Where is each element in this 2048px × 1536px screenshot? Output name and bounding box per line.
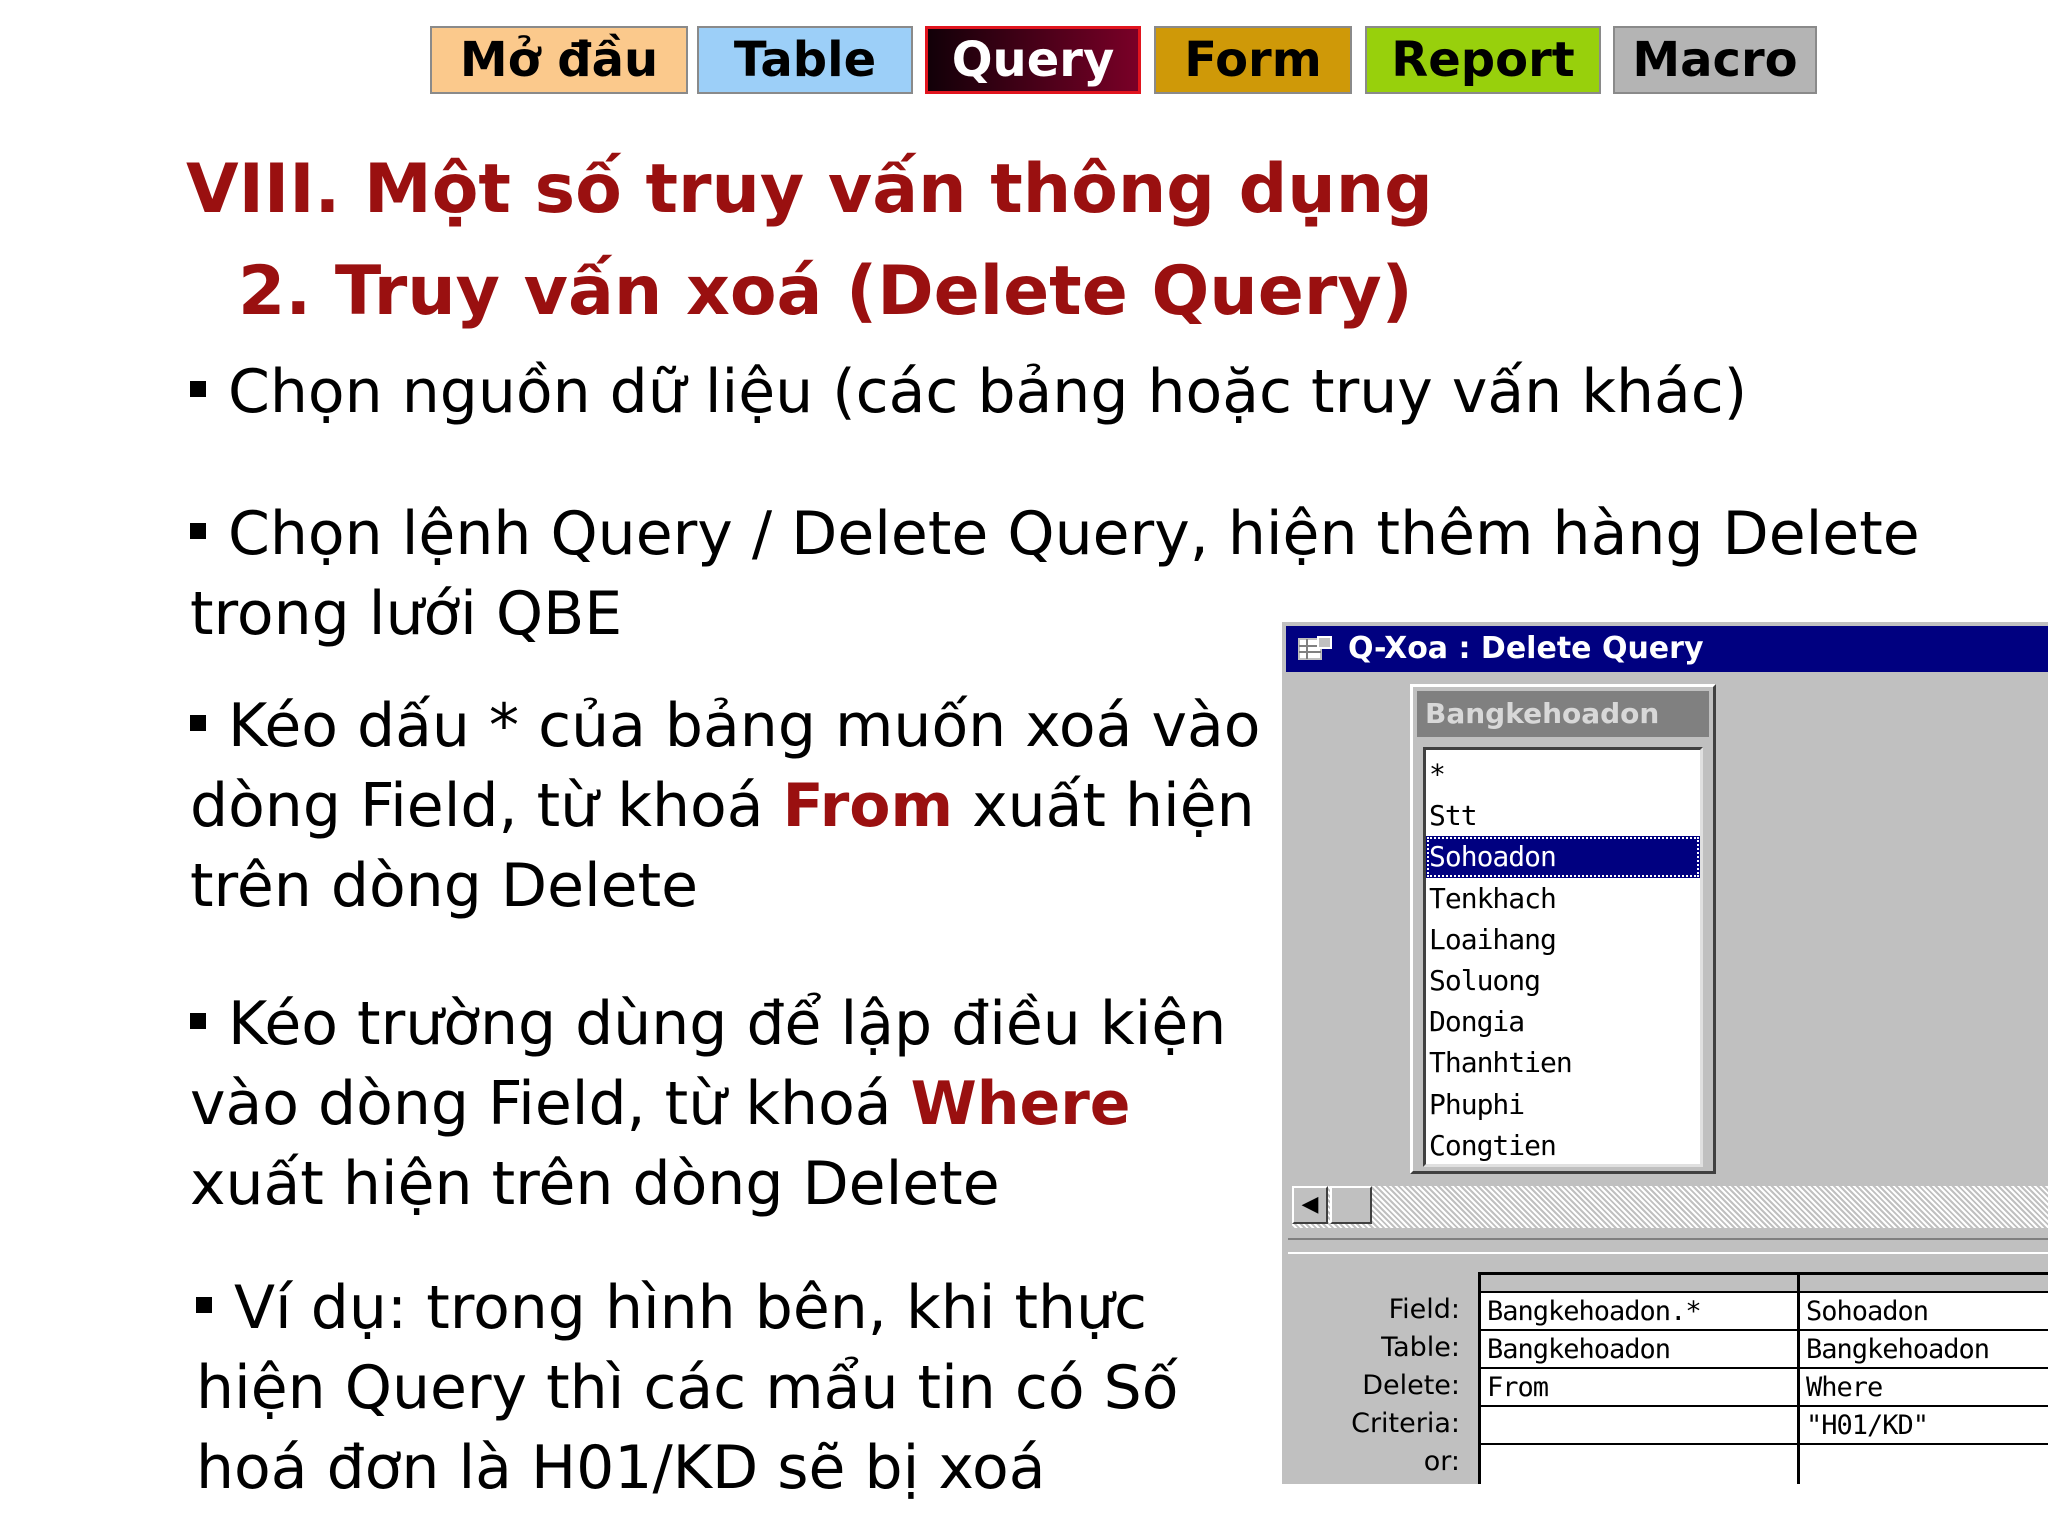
bullet-text: xuất hiện trên dòng Delete [190, 1149, 1000, 1219]
tab-macro[interactable]: Macro [1613, 26, 1817, 94]
tab-table[interactable]: Table [697, 26, 913, 94]
bullet-drag-condition: Kéo trường dùng để lập điều kiện vào dòn… [190, 984, 1280, 1224]
bullet-marker [190, 523, 206, 540]
row-label-field: Field: [1388, 1294, 1460, 1325]
bullet-text: Ví dụ: trong hình bên, khi thực hiện Que… [196, 1273, 1179, 1503]
query-window-icon [1298, 636, 1332, 660]
grid-cell-delete[interactable]: From [1481, 1369, 1797, 1407]
grid-cell-or[interactable] [1481, 1445, 1797, 1483]
tab-report[interactable]: Report [1365, 26, 1601, 94]
field-item[interactable]: Stt [1426, 795, 1700, 836]
row-label-delete: Delete: [1362, 1370, 1460, 1401]
row-label-criteria: Criteria: [1351, 1408, 1460, 1439]
grid-cell-table[interactable]: Bangkehoadon [1481, 1331, 1797, 1369]
grid-cell-criteria[interactable]: "H01/KD" [1800, 1407, 2048, 1445]
tab-form[interactable]: Form [1154, 26, 1352, 94]
field-item[interactable]: Loaihang [1426, 919, 1700, 960]
table-name: Bangkehoadon [1417, 691, 1709, 737]
bullet-text: Chọn nguồn dữ liệu (các bảng hoặc truy v… [228, 357, 1748, 427]
bullet-marker [190, 381, 206, 398]
bullet-example: Ví dụ: trong hình bên, khi thực hiện Que… [196, 1268, 1286, 1508]
field-item[interactable]: Soluong [1426, 960, 1700, 1001]
grid-cell-delete[interactable]: Where [1800, 1369, 2048, 1407]
horizontal-scrollbar[interactable]: ◀ [1292, 1186, 2048, 1228]
column-selector[interactable] [1481, 1275, 1797, 1293]
table-field-list-box[interactable]: Bangkehoadon * Stt Sohoadon Tenkhach Loa… [1410, 684, 1716, 1174]
field-item[interactable]: Thanhtien [1426, 1042, 1700, 1083]
field-item-selected[interactable]: Sohoadon [1426, 836, 1700, 878]
pane-splitter[interactable] [1288, 1238, 2048, 1254]
row-label-table: Table: [1381, 1332, 1460, 1363]
tab-mo-dau[interactable]: Mở đầu [430, 26, 688, 94]
scrollbar-thumb[interactable] [1330, 1186, 1372, 1224]
window-title: Q-Xoa : Delete Query [1348, 631, 1704, 666]
field-item[interactable]: * [1426, 754, 1700, 795]
tab-query[interactable]: Query [925, 26, 1141, 94]
bullet-choose-source: Chọn nguồn dữ liệu (các bảng hoặc truy v… [190, 352, 1747, 432]
bullet-marker [190, 1013, 206, 1030]
subsection-title: 2. Truy vấn xoá (Delete Query) [238, 252, 1413, 331]
grid-cell-criteria[interactable] [1481, 1407, 1797, 1445]
grid-cell-field[interactable]: Bangkehoadon.* [1481, 1293, 1797, 1331]
bullet-marker [190, 715, 206, 732]
window-titlebar[interactable]: Q-Xoa : Delete Query [1286, 626, 2048, 672]
field-list[interactable]: * Stt Sohoadon Tenkhach Loaihang Soluong… [1423, 747, 1703, 1167]
keyword-where: Where [910, 1069, 1131, 1139]
keyword-from: From [782, 771, 954, 841]
field-item[interactable]: Congtien [1426, 1125, 1700, 1166]
field-item[interactable]: Phuphi [1426, 1084, 1700, 1125]
scroll-left-arrow-icon[interactable]: ◀ [1292, 1186, 1328, 1224]
grid-cell-or[interactable] [1800, 1445, 2048, 1483]
grid-cell-table[interactable]: Bangkehoadon [1800, 1331, 2048, 1369]
delete-query-window: Q-Xoa : Delete Query Bangkehoadon * Stt … [1282, 622, 2048, 1484]
bullet-drag-star: Kéo dấu * của bảng muốn xoá vào dòng Fie… [190, 686, 1280, 926]
bullet-marker [196, 1297, 212, 1314]
grid-cell-field[interactable]: Sohoadon [1800, 1293, 2048, 1331]
column-selector[interactable] [1800, 1275, 2048, 1293]
field-item[interactable]: Tenkhach [1426, 878, 1700, 919]
row-label-or: or: [1423, 1446, 1460, 1477]
field-item[interactable]: Dongia [1426, 1001, 1700, 1042]
section-title: VIII. Một số truy vấn thông dụng [186, 150, 1433, 229]
qbe-grid[interactable]: Bangkehoadon.* Bangkehoadon From Sohoado… [1478, 1272, 2048, 1484]
